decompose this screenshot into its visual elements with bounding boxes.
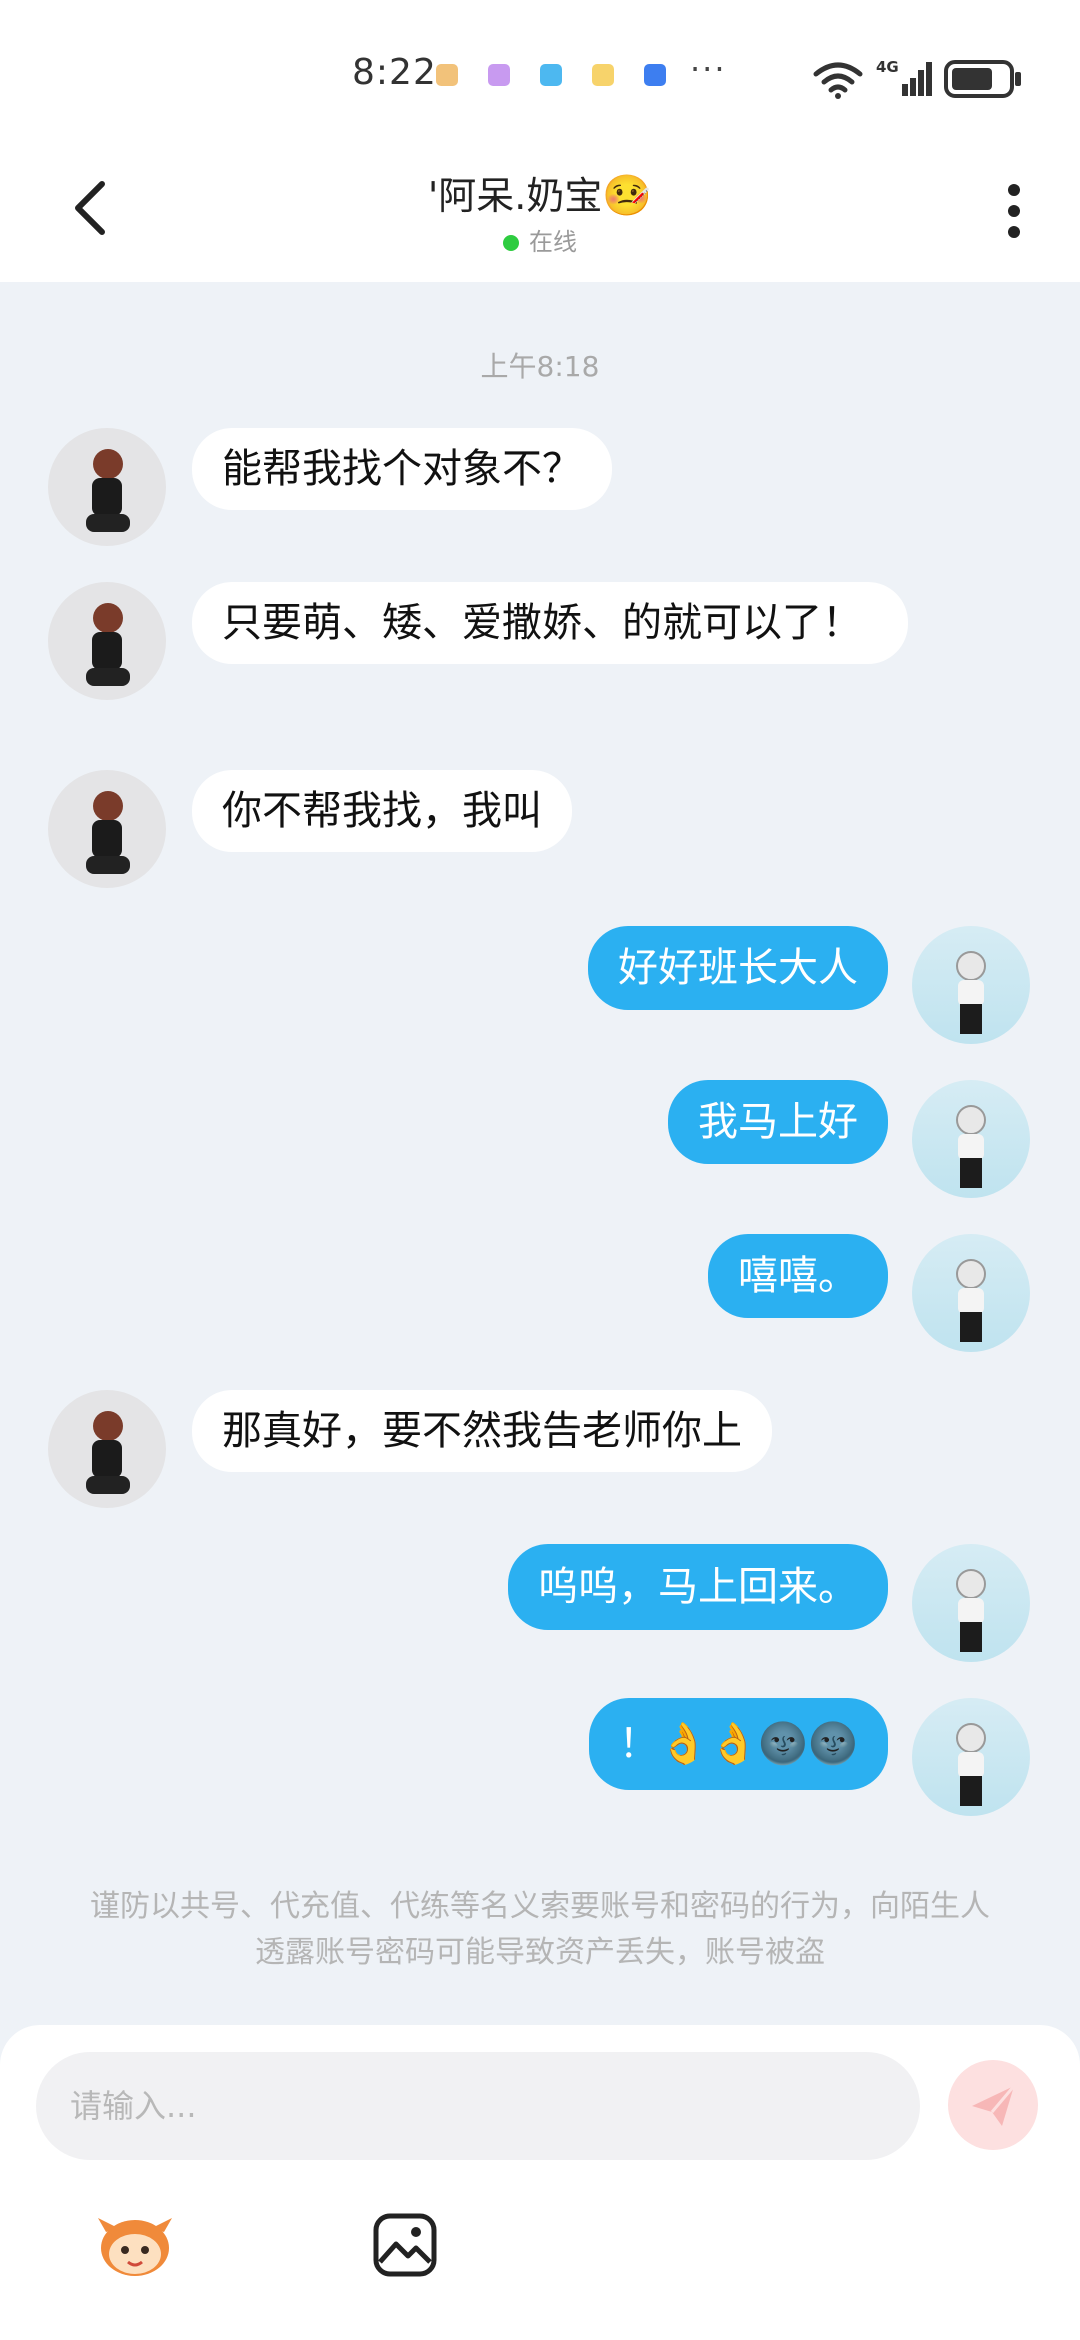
contact-avatar[interactable] xyxy=(48,428,166,546)
security-warning: 谨防以共号、代充值、代练等名义索要账号和密码的行为，向陌生人透露账号密码可能导致… xyxy=(90,1889,990,1970)
message-bubble[interactable]: 嘻嘻。 xyxy=(708,1234,888,1318)
my-avatar[interactable] xyxy=(912,1544,1030,1662)
status-time: 8:22 xyxy=(352,52,437,93)
wifi-icon xyxy=(813,62,863,99)
online-dot-icon xyxy=(503,235,519,251)
message-bubble[interactable]: 好好班长大人 xyxy=(588,926,888,1010)
my-avatar[interactable] xyxy=(912,1234,1030,1352)
message-bubble[interactable]: 你不帮我找，我叫 xyxy=(192,770,572,852)
send-button[interactable] xyxy=(948,2060,1038,2150)
notification-icon-1 xyxy=(436,64,458,86)
network-type: 4G xyxy=(876,58,899,76)
battery-icon xyxy=(944,60,1021,98)
contact-avatar[interactable] xyxy=(48,582,166,700)
more-notifications-icon: ··· xyxy=(690,50,727,88)
online-status: 在线 xyxy=(0,222,1080,257)
contact-emoji: 🤒 xyxy=(602,173,653,219)
online-status-text: 在线 xyxy=(529,228,577,256)
message-timestamp: 上午8:18 xyxy=(480,350,600,383)
notification-icon-3 xyxy=(540,64,562,86)
contact-name-text: '阿呆.奶宝 xyxy=(427,174,603,218)
message-bubble[interactable]: ！👌👌🌚🌚 xyxy=(588,1698,888,1790)
message-bubble[interactable]: 我马上好 xyxy=(668,1080,888,1164)
my-avatar[interactable] xyxy=(912,1698,1030,1816)
notification-icon-5 xyxy=(644,64,666,86)
contact-avatar[interactable] xyxy=(48,1390,166,1508)
message-bubble[interactable]: 呜呜，马上回来。 xyxy=(508,1544,888,1630)
message-bubble[interactable]: 只要萌、矮、爱撒娇、的就可以了！ xyxy=(192,582,908,664)
contact-avatar[interactable] xyxy=(48,770,166,888)
signal-icon: 4G xyxy=(876,58,932,96)
my-avatar[interactable] xyxy=(912,926,1030,1044)
notification-icon-4 xyxy=(592,64,614,86)
send-icon xyxy=(972,2085,1016,2126)
my-avatar[interactable] xyxy=(912,1080,1030,1198)
image-icon[interactable] xyxy=(372,2212,438,2278)
more-options-icon[interactable] xyxy=(1002,182,1026,240)
message-input[interactable] xyxy=(36,2052,920,2160)
notification-icon-2 xyxy=(488,64,510,86)
contact-name: '阿呆.奶宝🤒 xyxy=(0,165,1080,220)
sticker-mascot-icon[interactable] xyxy=(92,2210,178,2280)
message-bubble[interactable]: 那真好，要不然我告老师你上 xyxy=(192,1390,772,1472)
message-bubble[interactable]: 能帮我找个对象不？ xyxy=(192,428,612,510)
